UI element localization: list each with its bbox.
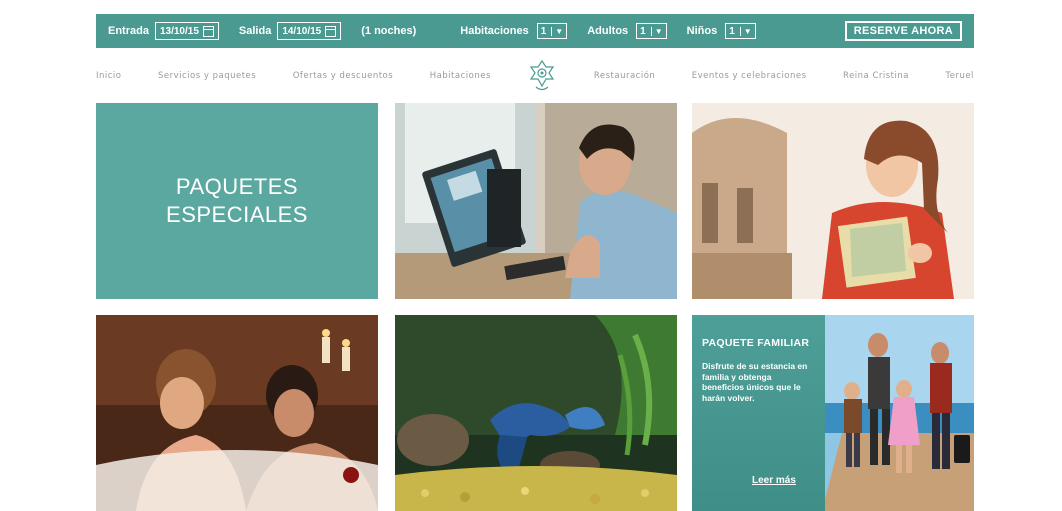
adults-label: Adultos: [587, 25, 629, 37]
nav-item-servicios[interactable]: Servicios y paquetes: [158, 71, 256, 81]
reserve-now-button[interactable]: RESERVE AHORA: [844, 21, 962, 41]
spa-photo: [96, 315, 378, 511]
nav-item-eventos[interactable]: Eventos y celebraciones: [692, 71, 807, 81]
rooms-select[interactable]: 1 ▼: [536, 23, 568, 39]
calendar-icon[interactable]: [325, 25, 337, 37]
rooms-value: 1: [540, 25, 547, 37]
aquarium-image-tile[interactable]: [395, 315, 677, 511]
tourism-photo: [692, 103, 974, 299]
nav-item-restauracion[interactable]: Restauración: [594, 71, 655, 81]
spa-image-tile[interactable]: [96, 315, 378, 511]
adults-select[interactable]: 1 ▼: [636, 23, 667, 39]
checkout-date-value: 14/10/15: [282, 25, 322, 37]
promo-line-1: PAQUETES: [175, 174, 299, 199]
nav-item-reina-cristina[interactable]: Reina Cristina: [843, 71, 909, 81]
aquarium-photo: [395, 315, 677, 511]
children-value: 1: [729, 25, 735, 37]
rooms-label: Habitaciones: [460, 25, 529, 37]
tourism-image-tile[interactable]: [692, 103, 974, 299]
promo-line-2: ESPECIALES: [166, 202, 308, 227]
nights-count: (1 noches): [361, 25, 417, 37]
chevron-down-icon: ▼: [739, 26, 752, 36]
family-package-title: PAQUETE FAMILIAR: [702, 337, 810, 349]
adults-value: 1: [640, 25, 646, 37]
booking-bar: Entrada 13/10/15 Salida 14/10/15 (1 noch…: [96, 14, 974, 48]
nav-item-inicio[interactable]: Inicio: [96, 71, 122, 81]
chevron-down-icon: ▼: [650, 26, 663, 36]
calendar-icon[interactable]: [202, 25, 214, 37]
chevron-down-icon: ▼: [551, 26, 563, 36]
checkin-label: Entrada: [108, 25, 149, 37]
read-more-link[interactable]: Leer más: [752, 475, 796, 486]
nav-item-teruel[interactable]: Teruel: [945, 71, 973, 81]
checkin-date-value: 13/10/15: [159, 25, 199, 37]
business-image-tile[interactable]: [395, 103, 677, 299]
family-package-tile[interactable]: PAQUETE FAMILIAR Disfrute de su estancia…: [692, 315, 974, 511]
business-photo: [395, 103, 677, 299]
family-package-text: Disfrute de su estancia en familia y obt…: [702, 361, 808, 403]
main-nav: Inicio Servicios y paquetes Ofertas y de…: [96, 56, 974, 96]
nav-item-habitaciones[interactable]: Habitaciones: [430, 71, 491, 81]
checkin-date-field[interactable]: 13/10/15: [154, 22, 219, 40]
special-packages-tile[interactable]: PAQUETES ESPECIALES: [96, 103, 378, 299]
children-select[interactable]: 1 ▼: [725, 23, 756, 39]
hotel-logo-icon[interactable]: [527, 58, 557, 94]
special-packages-title: PAQUETES ESPECIALES: [96, 173, 378, 229]
checkout-date-field[interactable]: 14/10/15: [277, 22, 342, 40]
checkout-label: Salida: [238, 25, 272, 37]
children-label: Niños: [686, 25, 718, 37]
nav-item-ofertas[interactable]: Ofertas y descuentos: [293, 71, 394, 81]
